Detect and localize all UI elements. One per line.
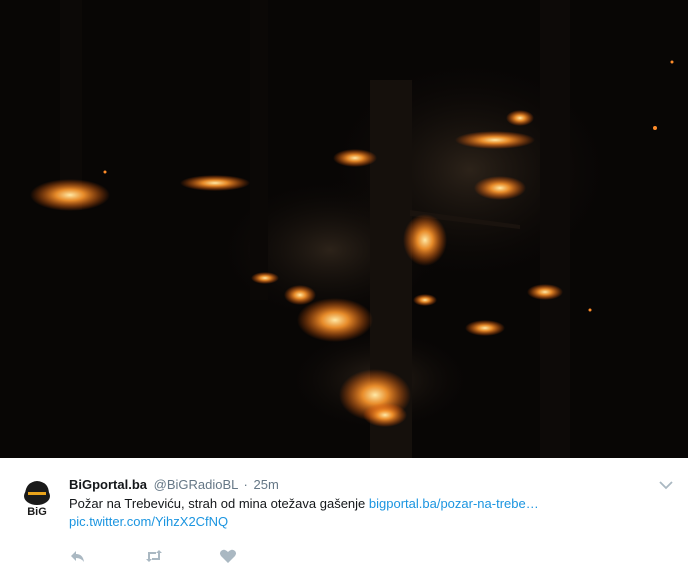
separator-dot: · xyxy=(243,477,248,492)
tweet-text: Požar na Trebeviću, strah od mina otežav… xyxy=(69,495,629,531)
article-link[interactable]: bigportal.ba/pozar-na-trebe… xyxy=(369,496,539,511)
user-handle[interactable]: @BiGRadioBL xyxy=(154,477,238,492)
timestamp[interactable]: 25m xyxy=(254,477,279,492)
display-name[interactable]: BiGportal.ba xyxy=(69,477,147,492)
tweet-card: BiG BiGportal.ba @BiGRadioBL · 25m Požar… xyxy=(0,458,688,583)
svg-text:BiG: BiG xyxy=(27,506,47,518)
tweet-header: BiGportal.ba @BiGRadioBL · 25m xyxy=(69,476,279,493)
reply-button[interactable] xyxy=(69,548,87,564)
retweet-icon xyxy=(146,550,162,562)
retweet-button[interactable] xyxy=(144,548,164,564)
like-button[interactable] xyxy=(219,548,237,564)
tweet-media-photo[interactable] xyxy=(0,0,688,458)
forest-fire-photo xyxy=(0,0,688,458)
avatar[interactable]: BiG xyxy=(22,478,52,522)
heart-icon xyxy=(220,549,236,563)
more-options-button[interactable] xyxy=(656,478,676,492)
tweet-text-body: Požar na Trebeviću, strah od mina otežav… xyxy=(69,496,369,511)
pic-link[interactable]: pic.twitter.com/YihzX2CfNQ xyxy=(69,514,228,529)
reply-icon xyxy=(71,551,84,562)
bigportal-logo-icon: BiG xyxy=(24,481,50,518)
chevron-down-icon xyxy=(659,481,673,490)
